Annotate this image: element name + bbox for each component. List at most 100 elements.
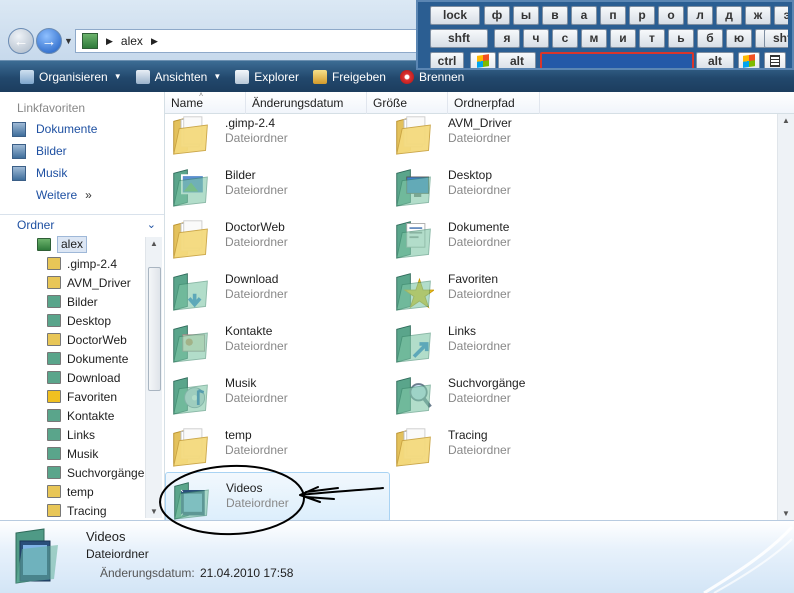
key-r1-7[interactable]: о: [658, 6, 684, 25]
key-r1-8[interactable]: л: [687, 6, 713, 25]
folder-item-videos[interactable]: Videos Dateiordner: [165, 472, 390, 520]
folder-item-favoriten[interactable]: Favoriten Dateiordner: [388, 264, 613, 314]
key-shift[interactable]: shft: [764, 29, 788, 48]
key-windows[interactable]: [470, 52, 496, 68]
key-r1-11[interactable]: э: [774, 6, 788, 25]
column-size[interactable]: Größe: [367, 92, 448, 114]
scroll-down-icon[interactable]: ▼: [150, 507, 158, 516]
tree-item-label: Bilder: [67, 294, 98, 309]
tree-item-musik[interactable]: Musik: [0, 444, 145, 463]
folder-item-dokumente[interactable]: Dokumente Dateiordner: [388, 212, 613, 262]
scroll-up-icon[interactable]: ▲: [782, 116, 790, 125]
tree-item-desktop[interactable]: Desktop: [0, 311, 145, 330]
recent-pages-button[interactable]: ▼: [64, 36, 73, 46]
folder-item-links[interactable]: Links Dateiordner: [388, 316, 613, 366]
key-r2-8[interactable]: б: [697, 29, 723, 48]
tree-item-favoriten[interactable]: Favoriten: [0, 387, 145, 406]
key-r2-6[interactable]: т: [639, 29, 665, 48]
folders-title: Ordner: [17, 218, 55, 232]
folder-item-avm-driver[interactable]: AVM_Driver Dateiordner: [388, 114, 613, 158]
share-button[interactable]: Freigeben: [307, 65, 392, 89]
key-r2-9[interactable]: ю: [726, 29, 752, 48]
folders-header[interactable]: Ordner ⌄: [0, 214, 164, 234]
tree-item-kontakte[interactable]: Kontakte: [0, 406, 145, 425]
folder-icon: [47, 390, 61, 403]
key-r1-3[interactable]: в: [542, 6, 568, 25]
back-button[interactable]: ←: [8, 28, 34, 54]
folder-item--gimp-2-4[interactable]: .gimp-2.4 Dateiordner: [165, 114, 390, 158]
key-r2-4[interactable]: м: [581, 29, 607, 48]
explorer-button[interactable]: Explorer: [229, 65, 305, 89]
folder-item-suchvorgänge[interactable]: Suchvorgänge Dateiordner: [388, 368, 613, 418]
tree-scrollbar[interactable]: ▲ ▼: [145, 237, 162, 518]
column-name[interactable]: Name ˄: [165, 92, 246, 114]
tree-item-bilder[interactable]: Bilder: [0, 292, 145, 311]
tree-item-suchvorgänge[interactable]: Suchvorgänge: [0, 463, 145, 482]
folder-name: Desktop: [448, 168, 493, 182]
tree-item--gimp-2-4[interactable]: .gimp-2.4: [0, 254, 145, 273]
details-pane: Videos Dateiordner Änderungsdatum: 21.04…: [0, 520, 794, 593]
key-windows-right[interactable]: [738, 52, 760, 68]
tree-item-tracing[interactable]: Tracing: [0, 501, 145, 520]
key-alt-left[interactable]: alt: [498, 52, 536, 68]
tree-item-label: alex: [57, 236, 88, 253]
key-r1-10[interactable]: ж: [745, 6, 771, 25]
key-menu[interactable]: [764, 52, 786, 68]
favorite-link-documents[interactable]: Dokumente: [0, 118, 164, 140]
key-r2-2[interactable]: ч: [523, 29, 549, 48]
key-alt-right[interactable]: alt: [696, 52, 734, 68]
favorite-label: Bilder: [36, 144, 67, 158]
more-links-button[interactable]: Weitere »: [0, 184, 164, 206]
views-button[interactable]: Ansichten ▼: [130, 65, 228, 89]
breadcrumb-alex[interactable]: alex: [121, 34, 143, 48]
favorite-link-pictures[interactable]: Bilder: [0, 140, 164, 162]
folder-item-doctorweb[interactable]: DoctorWeb Dateiordner: [165, 212, 390, 262]
tree-item-links[interactable]: Links: [0, 425, 145, 444]
folder-item-musik[interactable]: Musik Dateiordner: [165, 368, 390, 418]
tree-item-temp[interactable]: temp: [0, 482, 145, 501]
scroll-up-icon[interactable]: ▲: [150, 239, 158, 248]
chevron-right-icon[interactable]: ▶: [106, 36, 113, 47]
key-r2-5[interactable]: и: [610, 29, 636, 48]
scroll-down-icon[interactable]: ▼: [782, 509, 790, 518]
column-date[interactable]: Änderungsdatum: [246, 92, 367, 114]
folder-type: Dateiordner: [448, 287, 511, 301]
folder-item-tracing[interactable]: Tracing Dateiordner: [388, 420, 613, 470]
tree-item-download[interactable]: Download: [0, 368, 145, 387]
key-ctrl[interactable]: ctrl: [430, 52, 464, 68]
favorite-link-music[interactable]: Musik: [0, 162, 164, 184]
tree-item-dokumente[interactable]: Dokumente: [0, 349, 145, 368]
column-path[interactable]: Ordnerpfad: [448, 92, 540, 114]
documents-folder-icon: [394, 216, 434, 260]
key-r1-2[interactable]: ы: [513, 6, 539, 25]
tree-item-doctorweb[interactable]: DoctorWeb: [0, 330, 145, 349]
favorites-folder-icon: [394, 268, 436, 312]
folder-item-desktop[interactable]: Desktop Dateiordner: [388, 160, 613, 210]
key-r2-3[interactable]: с: [552, 29, 578, 48]
key-r1-5[interactable]: п: [600, 6, 626, 25]
forward-button[interactable]: →: [36, 28, 62, 54]
tree-scroll-thumb[interactable]: [148, 267, 161, 391]
key-r1-9[interactable]: д: [716, 6, 742, 25]
key-r2-7[interactable]: ь: [668, 29, 694, 48]
organise-button[interactable]: Organisieren ▼: [14, 65, 128, 89]
key-shift[interactable]: shft: [430, 29, 488, 48]
folder-icon: [171, 424, 211, 468]
key-r1-1[interactable]: ф: [484, 6, 510, 25]
navigation-pane: Linkfavoriten Dokumente Bilder Musik Wei…: [0, 92, 165, 520]
content-scrollbar[interactable]: ▲ ▼: [777, 114, 794, 520]
details-date: 21.04.2010 17:58: [200, 566, 294, 580]
chevron-right-icon[interactable]: ▶: [151, 36, 158, 47]
folder-item-temp[interactable]: temp Dateiordner: [165, 420, 390, 470]
explorer-icon: [235, 69, 250, 84]
key-space[interactable]: [540, 52, 694, 68]
folder-item-kontakte[interactable]: Kontakte Dateiordner: [165, 316, 390, 366]
tree-item-alex[interactable]: alex: [0, 235, 145, 254]
tree-item-avm-driver[interactable]: AVM_Driver: [0, 273, 145, 292]
key-r1-4[interactable]: а: [571, 6, 597, 25]
folder-item-download[interactable]: Download Dateiordner: [165, 264, 390, 314]
folder-item-bilder[interactable]: Bilder Dateiordner: [165, 160, 390, 210]
key-r2-1[interactable]: я: [494, 29, 520, 48]
key-lock[interactable]: lock: [430, 6, 480, 25]
key-r1-6[interactable]: р: [629, 6, 655, 25]
